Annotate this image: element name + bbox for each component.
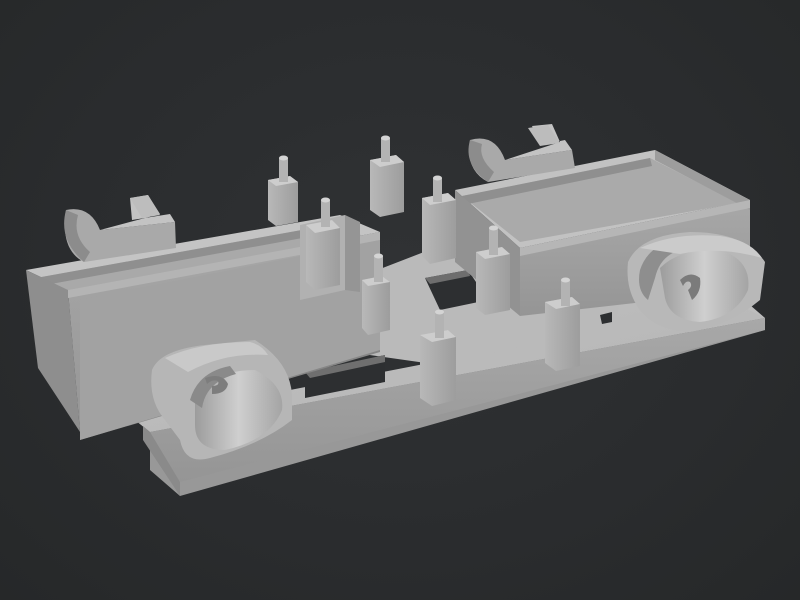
standoff-post-3 bbox=[422, 175, 456, 264]
standoff-post-2 bbox=[370, 135, 404, 217]
3d-viewport[interactable] bbox=[0, 0, 800, 600]
left-tray-divider-side bbox=[345, 215, 360, 292]
standoff-post-1 bbox=[268, 155, 298, 226]
model-render[interactable] bbox=[0, 0, 800, 600]
standoff-post-4 bbox=[306, 197, 340, 290]
